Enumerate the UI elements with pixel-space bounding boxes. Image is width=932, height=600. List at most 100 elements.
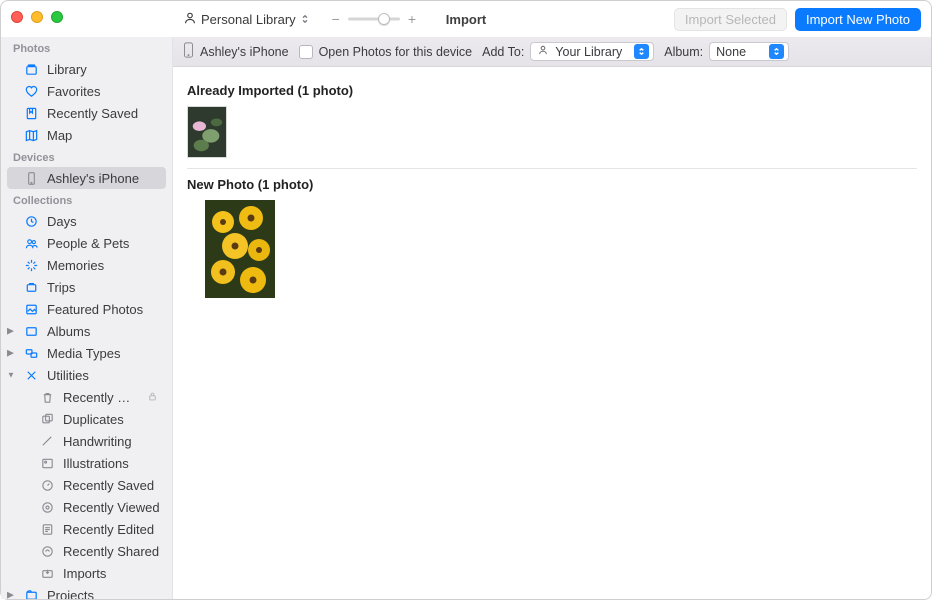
import-options-bar: Ashley's iPhone Open Photos for this dev… — [173, 37, 931, 67]
zoom-in-button[interactable]: + — [406, 11, 418, 27]
sidebar-item-label: Memories — [47, 258, 162, 273]
import-selected-button: Import Selected — [674, 8, 787, 31]
open-photos-label: Open Photos for this device — [319, 45, 473, 59]
album-value: None — [716, 45, 746, 59]
window-title: Import — [446, 12, 486, 27]
zoom-window-button[interactable] — [51, 11, 63, 23]
traffic-lights — [11, 11, 63, 23]
sidebar-item-illustrations[interactable]: Illustrations — [1, 452, 172, 474]
sidebar-item-label: Map — [47, 128, 162, 143]
already-imported-header: Already Imported (1 photo) — [187, 83, 917, 98]
albums-icon — [23, 323, 39, 339]
sidebar-item-library[interactable]: Library — [1, 58, 172, 80]
popup-arrows-icon — [634, 44, 649, 59]
recently-viewed-icon — [39, 499, 55, 515]
sidebar-item-recently-saved[interactable]: Recently Saved — [1, 102, 172, 124]
utilities-icon — [23, 367, 39, 383]
sidebar-item-recently-saved-util[interactable]: Recently Saved — [1, 474, 172, 496]
sidebar-item-recently-viewed[interactable]: Recently Viewed — [1, 496, 172, 518]
disclosure-down-icon[interactable]: ▼ — [7, 371, 15, 380]
sidebar-item-map[interactable]: Map — [1, 124, 172, 146]
sidebar-item-iphone[interactable]: Ashley's iPhone — [7, 167, 166, 189]
sidebar-item-label: Featured Photos — [47, 302, 162, 317]
new-photo-thumb[interactable] — [205, 200, 275, 298]
sidebar-item-handwriting[interactable]: Handwriting — [1, 430, 172, 452]
import-scroll-area[interactable]: Already Imported (1 photo) New Photo (1 … — [173, 67, 931, 599]
sidebar-item-label: Favorites — [47, 84, 162, 99]
app-window: Personal Library − + Import Import Selec… — [0, 0, 932, 600]
thumbnail-zoom: − + — [330, 11, 418, 27]
sidebar-item-recently-shared[interactable]: Recently Shared — [1, 540, 172, 562]
sidebar-item-label: Recently Shared — [63, 544, 162, 559]
zoom-slider[interactable] — [348, 12, 400, 26]
already-imported-thumb[interactable] — [187, 106, 227, 158]
sidebar-item-label: Media Types — [47, 346, 162, 361]
disclosure-right-icon[interactable]: ▶ — [7, 326, 14, 337]
disclosure-right-icon[interactable]: ▶ — [7, 590, 14, 600]
library-icon — [23, 61, 39, 77]
add-to-popup[interactable]: Your Library — [530, 42, 654, 61]
import-new-photo-button[interactable]: Import New Photo — [795, 8, 921, 31]
recently-saved-icon — [39, 477, 55, 493]
sidebar-item-label: Utilities — [47, 368, 162, 383]
sidebar-item-days[interactable]: Days — [1, 210, 172, 232]
toolbar: Personal Library − + Import Import Selec… — [1, 8, 931, 31]
iphone-icon — [183, 42, 194, 61]
featured-icon — [23, 301, 39, 317]
recently-shared-icon — [39, 543, 55, 559]
person-icon — [183, 11, 197, 28]
sidebar-item-favorites[interactable]: Favorites — [1, 80, 172, 102]
close-window-button[interactable] — [11, 11, 23, 23]
projects-icon — [23, 587, 39, 599]
sidebar-item-duplicates[interactable]: Duplicates — [1, 408, 172, 430]
sidebar-item-featured[interactable]: Featured Photos — [1, 298, 172, 320]
trips-icon — [23, 279, 39, 295]
sidebar-group-photos: Photos — [1, 37, 172, 58]
handwriting-icon — [39, 433, 55, 449]
sidebar-item-label: Imports — [63, 566, 162, 581]
add-to-value: Your Library — [555, 45, 622, 59]
sidebar-item-label: Recently Saved — [47, 106, 162, 121]
sidebar-group-devices: Devices — [1, 146, 172, 167]
sidebar-item-recently-edited[interactable]: Recently Edited — [1, 518, 172, 540]
album-label: Album: — [664, 45, 703, 59]
map-icon — [23, 127, 39, 143]
up-down-chevron-icon — [300, 12, 310, 27]
person-icon — [537, 44, 549, 59]
sidebar-item-trips[interactable]: Trips — [1, 276, 172, 298]
popup-arrows-icon — [769, 44, 784, 59]
calendar-icon — [23, 213, 39, 229]
sidebar-item-utilities[interactable]: ▼ Utilities — [1, 364, 172, 386]
album-field: Album: None — [664, 42, 789, 61]
add-to-field: Add To: Your Library — [482, 42, 654, 61]
open-photos-checkbox[interactable]: Open Photos for this device — [299, 45, 473, 59]
iphone-icon — [23, 170, 39, 186]
sidebar-item-label: Library — [47, 62, 162, 77]
sidebar-item-memories[interactable]: Memories — [1, 254, 172, 276]
sidebar-item-label: Recently Saved — [63, 478, 162, 493]
sidebar-item-label: Duplicates — [63, 412, 162, 427]
sidebar-item-projects[interactable]: ▶ Projects — [1, 584, 172, 599]
import-device-name: Ashley's iPhone — [200, 45, 289, 59]
sidebar-item-label: Trips — [47, 280, 162, 295]
sidebar-item-imports[interactable]: Imports — [1, 562, 172, 584]
zoom-out-button[interactable]: − — [330, 11, 342, 27]
sidebar-item-label: Handwriting — [63, 434, 162, 449]
minimize-window-button[interactable] — [31, 11, 43, 23]
sidebar-item-albums[interactable]: ▶ Albums — [1, 320, 172, 342]
duplicates-icon — [39, 411, 55, 427]
sidebar-item-label: Recently Deleted — [63, 390, 139, 405]
content: Ashley's iPhone Open Photos for this dev… — [173, 37, 931, 599]
sidebar-item-label: Albums — [47, 324, 162, 339]
sidebar-item-recently-deleted[interactable]: Recently Deleted — [1, 386, 172, 408]
disclosure-right-icon[interactable]: ▶ — [7, 348, 14, 359]
sidebar-item-label: People & Pets — [47, 236, 162, 251]
album-popup[interactable]: None — [709, 42, 789, 61]
sidebar-item-people[interactable]: People & Pets — [1, 232, 172, 254]
imports-icon — [39, 565, 55, 581]
divider — [187, 168, 917, 169]
library-picker[interactable]: Personal Library — [179, 9, 314, 30]
sidebar-item-label: Days — [47, 214, 162, 229]
sidebar-item-media-types[interactable]: ▶ Media Types — [1, 342, 172, 364]
new-photo-header: New Photo (1 photo) — [187, 177, 917, 192]
